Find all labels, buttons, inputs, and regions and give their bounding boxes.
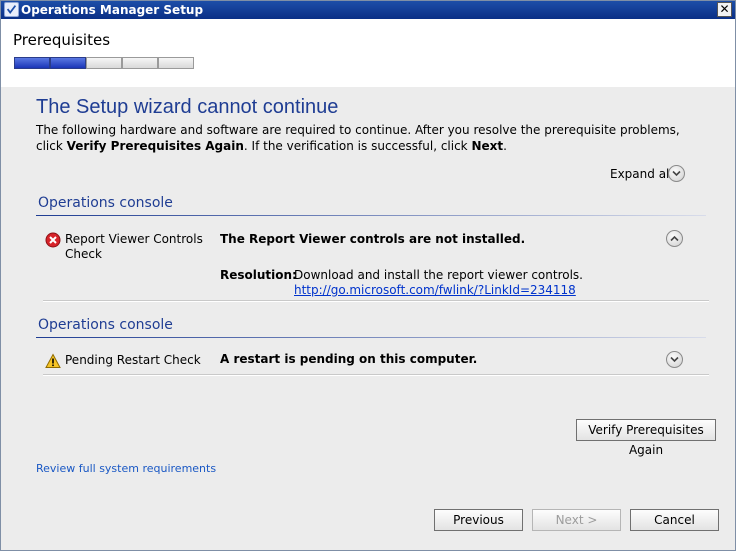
check-message-report-viewer: The Report Viewer controls are not insta… <box>220 232 526 246</box>
row-divider <box>43 300 709 302</box>
headline: The Setup wizard cannot continue <box>36 96 339 118</box>
app-icon <box>4 2 19 17</box>
close-button[interactable]: ✕ <box>717 2 732 17</box>
section-divider <box>36 215 706 216</box>
title-bar: Operations Manager Setup ✕ <box>1 1 735 19</box>
section-title-operations-console: Operations console <box>38 317 173 333</box>
chevron-down-icon <box>672 170 681 177</box>
resolution-description: Download and install the report viewer c… <box>294 268 583 282</box>
close-icon: ✕ <box>719 2 730 16</box>
progress-step <box>158 57 194 69</box>
intro-bold-verify: Verify Prerequisites Again <box>66 139 244 153</box>
resolution-label: Resolution: <box>220 268 297 282</box>
error-icon <box>45 232 61 248</box>
intro-text-part: . If the verification is successful, cli… <box>243 139 472 153</box>
expand-all-label: Expand all <box>610 167 673 181</box>
progress-step <box>122 57 158 69</box>
intro-text-part: . <box>503 139 507 153</box>
previous-button[interactable]: Previous <box>434 509 523 531</box>
resolution-text: Download and install the report viewer c… <box>294 268 694 298</box>
wizard-header: Prerequisites <box>1 19 735 87</box>
review-system-requirements-link[interactable]: Review full system requirements <box>36 462 216 475</box>
window-title: Operations Manager Setup <box>21 3 204 17</box>
row-divider <box>43 374 709 376</box>
expand-all-button[interactable] <box>668 165 685 182</box>
progress-step <box>50 57 86 69</box>
setup-window: Operations Manager Setup ✕ Prerequisites… <box>0 0 736 551</box>
resolution-download-link[interactable]: http://go.microsoft.com/fwlink/?LinkId=2… <box>294 283 576 297</box>
intro-bold-next: Next <box>471 139 504 153</box>
section-divider <box>36 337 706 338</box>
cancel-button[interactable]: Cancel <box>630 509 719 531</box>
chevron-down-icon <box>670 356 679 363</box>
expand-check-button[interactable] <box>666 351 683 368</box>
check-name-pending-restart: Pending Restart Check <box>65 353 201 367</box>
wizard-progress-bar <box>14 57 194 69</box>
check-message-pending-restart: A restart is pending on this computer. <box>220 352 478 366</box>
check-name-report-viewer: Report Viewer Controls Check <box>65 232 203 261</box>
collapse-check-button[interactable] <box>666 230 683 247</box>
next-button[interactable]: Next > <box>532 509 621 531</box>
progress-step <box>86 57 122 69</box>
intro-text: The following hardware and software are … <box>36 122 696 154</box>
section-title-operations-console: Operations console <box>38 195 173 211</box>
page-title: Prerequisites <box>13 31 111 49</box>
verify-prerequisites-again-button[interactable]: Verify Prerequisites Again <box>576 419 716 457</box>
warning-icon <box>45 353 61 369</box>
progress-step <box>14 57 50 69</box>
chevron-up-icon <box>670 235 679 242</box>
